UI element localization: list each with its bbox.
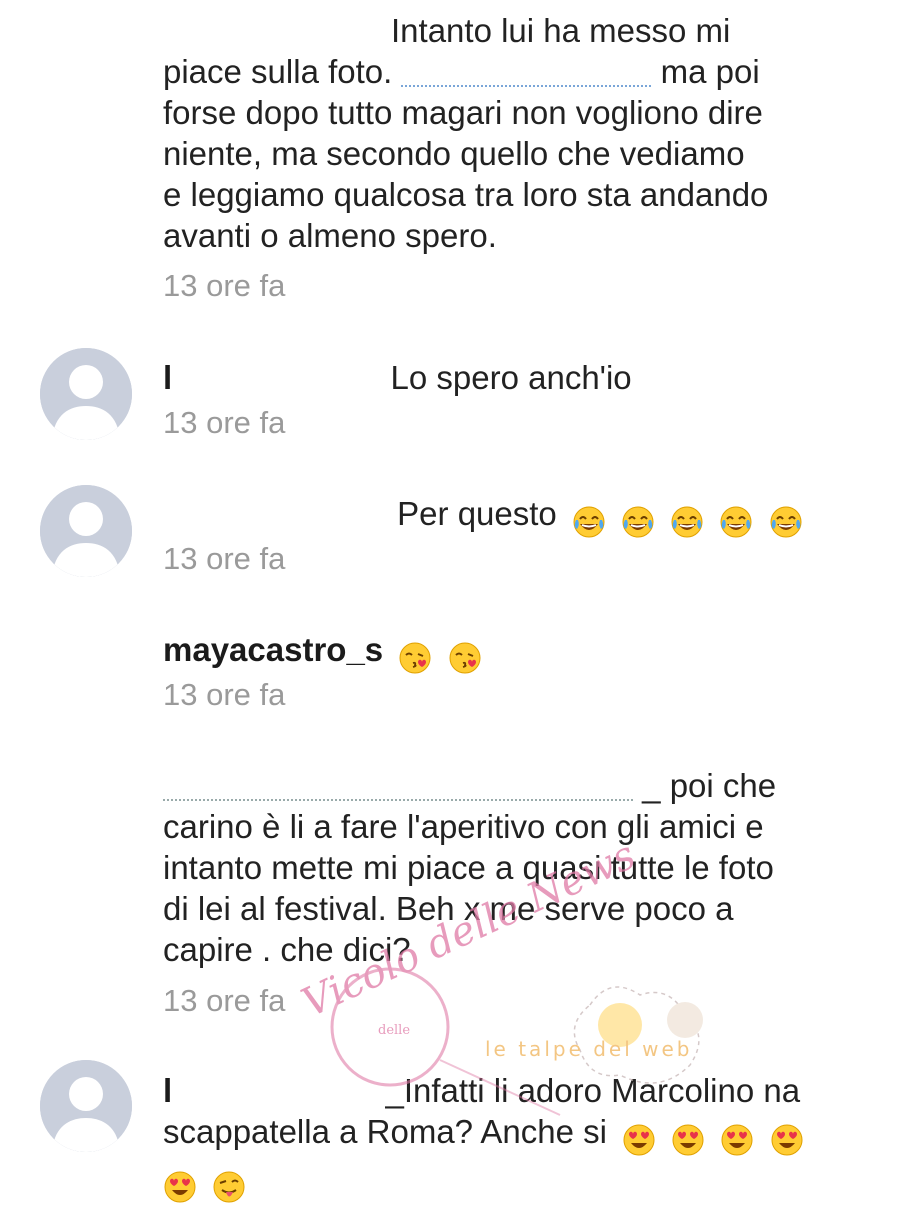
watermark-tagline: le talpe del web [485,1037,693,1061]
comment-6-line-2-text: scappatella a Roma? Anche si [163,1113,607,1150]
comment-1-line-1: Intanto lui ha messo mi [391,12,731,49]
tears-of-joy-icon [769,505,803,539]
comment-6-line-1-text: _Infatti li adoro Marcolino na [385,1072,801,1109]
tears-of-joy-icon [719,505,753,539]
comment-6-line-2: scappatella a Roma? Anche si [163,1111,863,1158]
comment-1-line-5: e leggiamo qualcosa tra loro sta andando [163,176,769,213]
comment-5-line-1-text: _ poi che [642,767,777,804]
comment-6-username[interactable]: l [163,1072,172,1109]
comment-5-text: _ poi che carino è li a fare l'aperitivo… [163,765,863,970]
avatar[interactable] [40,348,132,440]
winking-tongue-icon [212,1170,246,1204]
kissing-heart-icon [448,641,482,675]
comment-4-username[interactable]: mayacastro_s [163,631,383,668]
comment-5-line-3: intanto mette mi piace a quasi tutte le … [163,849,774,886]
heart-eyes-icon [720,1123,754,1157]
comment-3-text: Per questo [163,493,863,540]
mention-masked[interactable] [401,55,652,87]
default-user-icon [40,1060,132,1152]
comment-4-emojis [398,635,487,676]
avatar[interactable] [40,1060,132,1152]
tears-of-joy-icon [572,505,606,539]
comment-1-line-2b: ma poi [660,53,760,90]
comment-3-message: Per questo [397,495,557,532]
default-user-icon [40,485,132,577]
comment-2-text: l Lo spero anch'io [163,357,863,398]
heart-eyes-icon [622,1123,656,1157]
comment-1-line-6: avanti o almeno spero. [163,217,497,254]
comment-6-line-1: l _Infatti li adoro Marcolino na [163,1070,863,1111]
heart-eyes-icon [671,1123,705,1157]
comment-5-line-5: capire . che dici? [163,931,411,968]
comment-5-time[interactable]: 13 ore fa [163,983,285,1019]
heart-eyes-icon [770,1123,804,1157]
comment-6-emojis-1 [622,1117,810,1158]
comment-3-time[interactable]: 13 ore fa [163,541,285,577]
tears-of-joy-icon [621,505,655,539]
kissing-heart-icon [398,641,432,675]
comment-6-emojis-2 [163,1164,252,1205]
comment-1-text: Intanto lui ha messo mi piace sulla foto… [163,10,863,256]
default-user-icon [40,348,132,440]
tears-of-joy-icon [670,505,704,539]
comment-2-message: Lo spero anch'io [390,359,632,396]
comment-6-line-3 [163,1158,863,1205]
comment-6-text: l _Infatti li adoro Marcolino na scappat… [163,1070,863,1205]
comment-4-time[interactable]: 13 ore fa [163,677,285,713]
watermark-small: delle [378,1023,411,1038]
comment-4-text: mayacastro_s [163,629,863,676]
comment-1-line-3: forse dopo tutto magari non vogliono dir… [163,94,763,131]
comment-5-line-1: _ poi che [163,765,863,806]
mention-masked[interactable] [163,769,633,801]
comment-1-time[interactable]: 13 ore fa [163,268,285,304]
comment-2-time[interactable]: 13 ore fa [163,405,285,441]
avatar[interactable] [40,485,132,577]
comment-3-emojis [572,499,809,540]
comment-5-line-4: di lei al festival. Beh x me serve poco … [163,890,734,927]
comment-1-line-2a: piace sulla foto. [163,53,393,90]
heart-eyes-icon [163,1170,197,1204]
comment-2-username[interactable]: l [163,359,172,396]
comment-5-line-2: carino è li a fare l'aperitivo con gli a… [163,808,764,845]
comment-1-line-4: niente, ma secondo quello che vediamo [163,135,745,172]
comment-1-line-2: piace sulla foto. ma poi [163,51,863,92]
